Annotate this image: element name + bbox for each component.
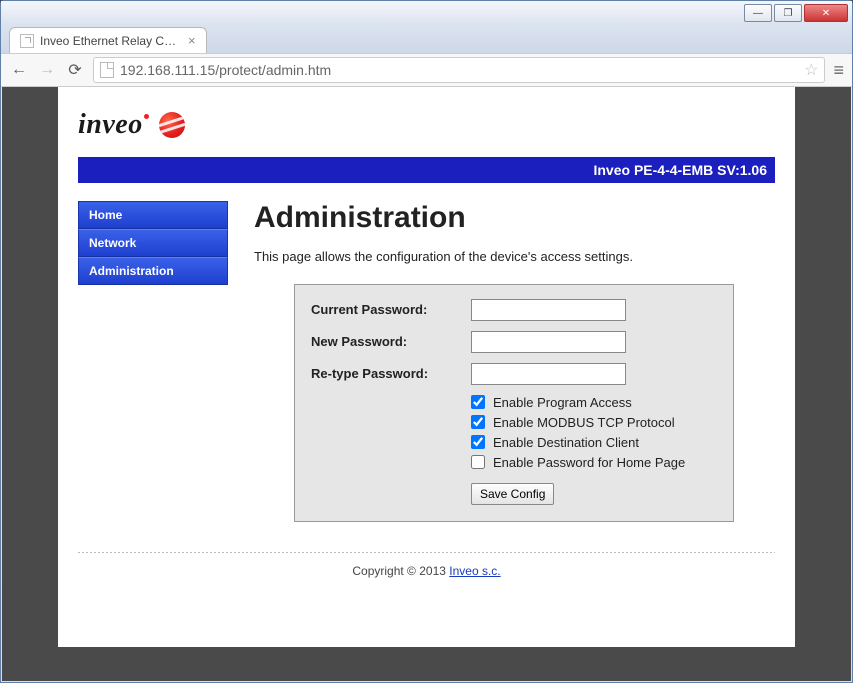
brand-ball-icon [159, 112, 185, 138]
check-program-access: Enable Program Access [311, 395, 717, 409]
tab-strip: Inveo Ethernet Relay Cont × [1, 25, 852, 53]
check-destination-client: Enable Destination Client [311, 435, 717, 449]
page-body: inveo Inveo PE-4-4-EMB SV:1.06 Home Netw… [58, 87, 795, 647]
page-viewport: inveo Inveo PE-4-4-EMB SV:1.06 Home Netw… [2, 87, 851, 681]
browser-window: — ❐ ✕ Inveo Ethernet Relay Cont × ← → ⟳ … [0, 0, 853, 683]
footer: Copyright © 2013 Inveo s.c. [78, 563, 775, 580]
minimize-button[interactable]: — [744, 4, 772, 22]
check-label: Enable Password for Home Page [493, 456, 685, 469]
page-intro: This page allows the configuration of th… [254, 248, 775, 266]
page-favicon-icon [20, 34, 34, 48]
save-config-button[interactable]: Save Config [471, 483, 554, 505]
check-label: Enable Program Access [493, 396, 632, 409]
bookmark-star-icon[interactable]: ☆ [804, 60, 818, 80]
footer-text: Copyright © 2013 [352, 564, 449, 578]
sidebar-item-home[interactable]: Home [78, 201, 228, 229]
main-column: Administration This page allows the conf… [254, 201, 775, 522]
input-current-password[interactable] [471, 299, 626, 321]
checkbox-destination-client[interactable] [471, 435, 485, 449]
label-current-password: Current Password: [311, 299, 471, 319]
label-retype-password: Re-type Password: [311, 363, 471, 383]
device-model-bar: Inveo PE-4-4-EMB SV:1.06 [78, 157, 775, 183]
brand-wordmark: inveo [78, 111, 149, 139]
page-title: Administration [254, 201, 775, 234]
tab-title: Inveo Ethernet Relay Cont [40, 34, 180, 48]
address-bar[interactable]: 192.168.111.15/protect/admin.htm ☆ [93, 57, 825, 83]
forward-icon[interactable]: → [37, 61, 57, 79]
brand-logo: inveo [78, 111, 775, 139]
row-new-password: New Password: [311, 331, 717, 353]
sidebar-item-network[interactable]: Network [78, 229, 228, 257]
back-icon[interactable]: ← [9, 61, 29, 79]
address-text: 192.168.111.15/protect/admin.htm [120, 62, 804, 78]
checkbox-program-access[interactable] [471, 395, 485, 409]
sidebar: Home Network Administration [78, 201, 228, 522]
check-label: Enable Destination Client [493, 436, 639, 449]
input-new-password[interactable] [471, 331, 626, 353]
row-retype-password: Re-type Password: [311, 363, 717, 385]
label-new-password: New Password: [311, 331, 471, 351]
browser-tab[interactable]: Inveo Ethernet Relay Cont × [9, 27, 207, 53]
admin-form: Current Password: New Password: Re-type … [294, 284, 734, 522]
check-modbus-tcp: Enable MODBUS TCP Protocol [311, 415, 717, 429]
footer-link[interactable]: Inveo s.c. [449, 564, 500, 578]
row-current-password: Current Password: [311, 299, 717, 321]
maximize-button[interactable]: ❐ [774, 4, 802, 22]
close-button[interactable]: ✕ [804, 4, 848, 22]
browser-toolbar: ← → ⟳ 192.168.111.15/protect/admin.htm ☆… [1, 53, 852, 87]
sidebar-item-administration[interactable]: Administration [78, 257, 228, 285]
tab-close-icon[interactable]: × [188, 33, 196, 48]
window-titlebar: — ❐ ✕ [1, 1, 852, 25]
checkbox-password-home[interactable] [471, 455, 485, 469]
menu-icon[interactable]: ≡ [833, 60, 844, 81]
input-retype-password[interactable] [471, 363, 626, 385]
check-label: Enable MODBUS TCP Protocol [493, 416, 675, 429]
reload-icon[interactable]: ⟳ [65, 60, 85, 80]
footer-divider [78, 552, 775, 553]
page-icon [100, 62, 114, 78]
checkbox-modbus-tcp[interactable] [471, 415, 485, 429]
content-row: Home Network Administration Administrati… [78, 201, 775, 522]
check-password-home: Enable Password for Home Page [311, 455, 717, 469]
